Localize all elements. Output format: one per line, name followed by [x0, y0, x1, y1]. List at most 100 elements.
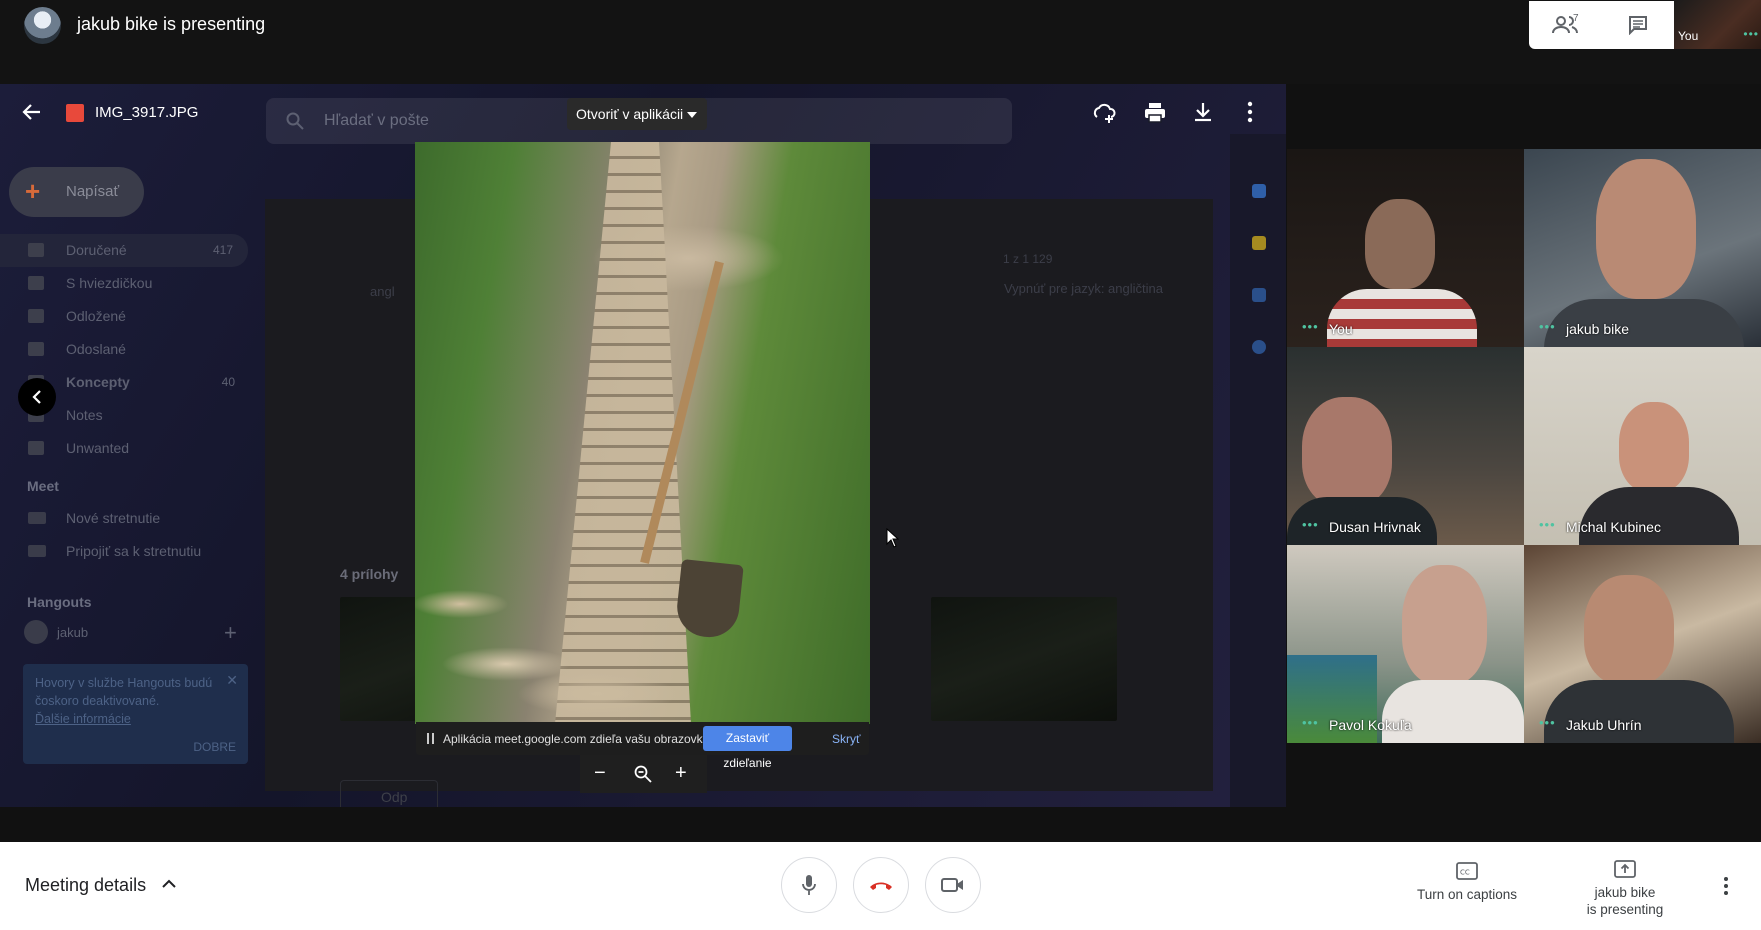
hide-banner-link: Skryť	[832, 732, 861, 746]
hangouts-notice-text: Hovory v službe Hangouts budú čoskoro de…	[35, 674, 215, 728]
participant-tile-michal[interactable]: ••• Michal Kubinec	[1524, 347, 1761, 545]
participant-video	[1302, 397, 1392, 507]
gmail-nav-label: Odložené	[66, 308, 126, 324]
audio-indicator-icon: •••	[1302, 319, 1319, 334]
keep-icon	[1252, 236, 1266, 250]
present-screen-icon	[1614, 860, 1636, 878]
presenter-avatar	[24, 7, 61, 44]
gmail-compose-label: Napísať	[66, 183, 120, 200]
microphone-icon	[802, 875, 816, 895]
gmail-hangouts-heading: Hangouts	[27, 594, 92, 610]
closed-captions-icon: CC	[1456, 862, 1478, 880]
open-with-label: Otvoriť v aplikácii	[576, 106, 684, 122]
gmail-nav-snoozed: Odložené	[0, 300, 250, 333]
top-bar: jakub bike is presenting 7 You •••	[0, 0, 1761, 84]
svg-text:CC: CC	[1460, 869, 1470, 877]
participant-name: Pavol Kokuľa	[1329, 717, 1412, 733]
zoom-search-icon	[634, 765, 652, 783]
chevron-up-icon[interactable]	[161, 876, 177, 892]
microphone-button[interactable]	[781, 857, 837, 913]
zoom-controls: − +	[580, 755, 707, 793]
audio-indicator-icon: •••	[1539, 319, 1556, 334]
chat-button[interactable]	[1602, 1, 1675, 49]
self-preview[interactable]: You •••	[1674, 0, 1761, 49]
calendar-icon	[1252, 184, 1266, 198]
participant-video-shirt	[1382, 680, 1524, 743]
end-call-button[interactable]	[853, 857, 909, 913]
gmail-nav-label: Doručené	[66, 242, 127, 258]
participant-name: Michal Kubinec	[1566, 519, 1661, 535]
audio-indicator-icon: •••	[1302, 517, 1319, 532]
gmail-nav-unwanted: Unwanted	[0, 432, 250, 465]
camera-button[interactable]	[925, 857, 981, 913]
gmail-compose-button: + Napísať	[9, 167, 144, 217]
presenting-line2: is presenting	[1586, 902, 1664, 917]
plus-icon: +	[224, 620, 237, 645]
audio-indicator-icon: •••	[1539, 715, 1556, 730]
gmail-nav-sent: Odoslané	[0, 333, 250, 366]
gmail-nav-label: Odoslané	[66, 341, 126, 357]
hangouts-notice-ok: DOBRE	[193, 740, 236, 754]
keyboard-icon	[28, 545, 46, 557]
chat-icon	[1628, 16, 1647, 35]
add-to-drive-icon	[1093, 103, 1116, 123]
captions-button[interactable]: CC Turn on captions	[1408, 862, 1526, 903]
gmail-meet-new: Nové stretnutie	[66, 510, 161, 526]
gmail-meet-heading: Meet	[27, 478, 59, 494]
participant-name: Dusan Hrivnak	[1329, 519, 1421, 535]
participant-video-shirt	[1327, 289, 1477, 347]
bottom-bar: Meeting details CC Turn on captions jaku…	[0, 842, 1761, 930]
participant-tile-pavol[interactable]: ••• Pavol Kokuľa	[1287, 545, 1524, 743]
gmail-nav-inbox: Doručené 417	[0, 234, 248, 267]
participants-count: 7	[1573, 13, 1579, 24]
participant-video-shirt	[1579, 487, 1739, 545]
participant-name: Jakub Uhrín	[1566, 717, 1642, 733]
previous-image-button	[18, 378, 56, 416]
participant-tile-jakub-uhrin[interactable]: ••• Jakub Uhrín	[1524, 545, 1761, 743]
participant-tile-jakub-bike[interactable]: ••• jakub bike	[1524, 149, 1761, 347]
participant-tile-dusan[interactable]: ••• Dusan Hrivnak	[1287, 347, 1524, 545]
participant-name: jakub bike	[1566, 321, 1630, 337]
meeting-details-button[interactable]: Meeting details	[25, 875, 146, 896]
presenting-line1: jakub bike	[1594, 885, 1656, 900]
gmail-pager: 1 z 1 129	[1003, 252, 1053, 266]
chevron-left-icon	[32, 390, 41, 404]
label-icon	[28, 441, 44, 455]
back-arrow-icon	[22, 104, 40, 120]
mouse-cursor-icon	[886, 528, 900, 548]
gmail-nav: Doručené 417 S hviezdičkou Odložené Odosl…	[0, 234, 250, 465]
hangouts-notice-message: Hovory v službe Hangouts budú čoskoro de…	[35, 676, 213, 708]
close-icon: ✕	[226, 672, 238, 688]
gmail-nav-starred: S hviezdičkou	[0, 267, 250, 300]
gmail-nav-count: 40	[221, 375, 235, 389]
participant-tile-you[interactable]: ••• You	[1287, 149, 1524, 347]
plus-icon: +	[25, 176, 41, 206]
more-vert-icon	[1247, 101, 1253, 123]
participant-video	[1596, 159, 1696, 299]
zoom-out-icon: −	[594, 762, 606, 784]
download-icon	[1195, 103, 1211, 122]
participant-video	[1584, 575, 1674, 685]
more-options-icon[interactable]	[1722, 876, 1730, 896]
gmail-side-rail	[1230, 134, 1286, 807]
screen-share-banner: Aplikácia meet.google.com zdieľa vašu ob…	[416, 722, 869, 770]
self-preview-label: You	[1678, 29, 1699, 43]
participant-video	[1365, 199, 1435, 289]
participant-video	[1402, 565, 1487, 685]
hangouts-avatar	[24, 620, 48, 644]
presenting-button[interactable]: jakub bike is presenting	[1575, 860, 1675, 918]
open-with-dropdown: Otvoriť v aplikácii	[567, 98, 707, 130]
gmail-meet-join: Pripojiť sa k stretnutiu	[66, 543, 202, 559]
attachments-heading: 4 prílohy	[340, 566, 399, 582]
hangouts-notice: Hovory v službe Hangouts budú čoskoro de…	[23, 664, 248, 764]
shared-screen: Hľadať v pošte + Napísať Doručené 417 S h…	[0, 84, 1286, 807]
gmail-reply-button: Odp	[340, 780, 438, 807]
shared-photo	[415, 142, 870, 724]
translate-from: angl	[370, 284, 395, 299]
clock-icon	[28, 309, 44, 323]
zoom-in-icon: +	[675, 762, 687, 784]
participants-button[interactable]: 7	[1529, 1, 1602, 49]
gmail-nav-label: Notes	[66, 407, 103, 423]
captions-label: Turn on captions	[1416, 887, 1518, 902]
tasks-icon	[1252, 288, 1266, 302]
